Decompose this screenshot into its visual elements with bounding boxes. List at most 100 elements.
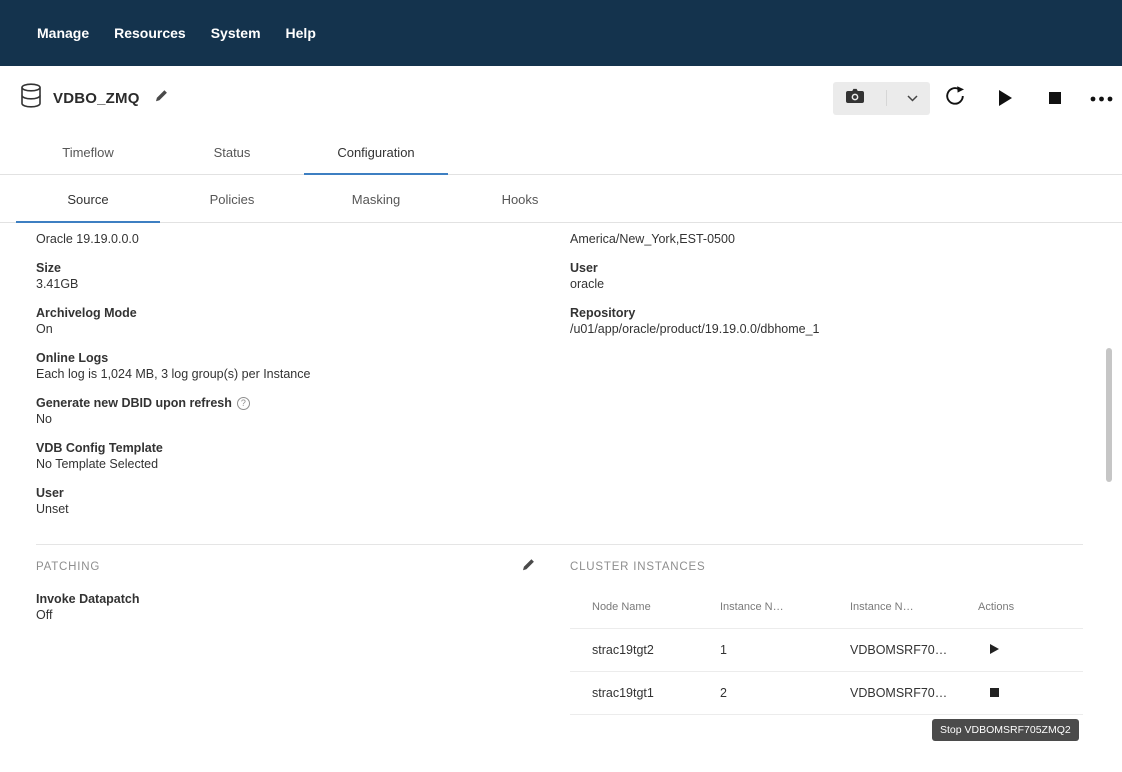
source-details: Oracle 19.19.0.0.0 Size 3.41GB Archivelo… (0, 223, 1122, 715)
refresh-icon (944, 85, 966, 112)
stop-icon (1049, 92, 1061, 104)
column-header-actions: Actions (978, 588, 1083, 629)
pencil-icon (154, 88, 169, 108)
subtab-policies[interactable]: Policies (160, 175, 304, 222)
subtab-hooks[interactable]: Hooks (448, 175, 592, 222)
patching-header: PATCHING (36, 559, 536, 575)
field-value: Off (36, 607, 536, 623)
field-timezone: America/New_York,EST-0500 (570, 231, 1083, 247)
help-icon[interactable] (237, 397, 250, 410)
instance-number-cell: 2 (720, 672, 850, 715)
vertical-scrollbar[interactable] (1106, 348, 1112, 482)
field-label: Archivelog Mode (36, 305, 536, 321)
field-label: Size (36, 260, 536, 276)
start-button[interactable] (980, 90, 1030, 106)
page: Manage Resources System Help VDBO_ZMQ (0, 0, 1122, 772)
field-value: On (36, 321, 536, 337)
subtab-masking[interactable]: Masking (304, 175, 448, 222)
edit-title-button[interactable] (154, 88, 169, 108)
divider (886, 90, 887, 106)
pencil-icon (521, 557, 536, 577)
field-value: 3.41GB (36, 276, 536, 292)
field-value: No (36, 411, 536, 427)
page-title: VDBO_ZMQ (53, 90, 140, 107)
column-header-node-name: Node Name (570, 588, 720, 629)
stop-button[interactable] (1030, 92, 1080, 104)
app-header: VDBO_ZMQ (0, 66, 1122, 130)
field-repository: Repository /u01/app/oracle/product/19.19… (570, 305, 1083, 337)
stop-icon (990, 688, 999, 697)
top-nav: Manage Resources System Help (0, 0, 1122, 66)
snapshot-button[interactable] (833, 82, 930, 115)
instance-name-cell: VDBOMSRF70… (850, 672, 978, 715)
details-right-column: America/New_York,EST-0500 User oracle Re… (570, 231, 1083, 530)
camera-icon (845, 87, 865, 109)
chevron-down-icon[interactable] (907, 89, 918, 107)
field-value: America/New_York,EST-0500 (570, 231, 1083, 247)
field-value: Each log is 1,024 MB, 3 log group(s) per… (36, 366, 536, 382)
field-archivelog-mode: Archivelog Mode On (36, 305, 536, 337)
instance-number-cell: 1 (720, 629, 850, 672)
nav-item-manage[interactable]: Manage (37, 25, 89, 41)
subtab-source[interactable]: Source (16, 175, 160, 222)
field-user: User Unset (36, 485, 536, 517)
field-value: Oracle 19.19.0.0.0 (36, 231, 536, 247)
header-actions (833, 82, 1122, 115)
node-name-cell: strac19tgt1 (570, 672, 720, 715)
field-size: Size 3.41GB (36, 260, 536, 292)
field-label: User (570, 260, 1083, 276)
refresh-button[interactable] (930, 85, 980, 112)
tab-status[interactable]: Status (160, 130, 304, 174)
nav-item-resources[interactable]: Resources (114, 25, 186, 41)
section-title: CLUSTER INSTANCES (570, 561, 705, 573)
tab-configuration[interactable]: Configuration (304, 130, 448, 174)
edit-patching-button[interactable] (521, 557, 536, 577)
play-icon (999, 90, 1012, 106)
field-invoke-datapatch: Invoke Datapatch Off (36, 591, 536, 623)
field-value: Unset (36, 501, 536, 517)
cluster-instances-table: Node Name Instance N… Instance N… Action… (570, 588, 1083, 715)
config-subtabs: Source Policies Masking Hooks (0, 175, 1122, 223)
instance-name-cell: VDBOMSRF70… (850, 629, 978, 672)
database-icon (20, 83, 42, 113)
node-name-cell: strac19tgt2 (570, 629, 720, 672)
field-label: User (36, 485, 536, 501)
detail-columns: Oracle 19.19.0.0.0 Size 3.41GB Archivelo… (0, 231, 1122, 530)
field-value: No Template Selected (36, 456, 536, 472)
field-label: Generate new DBID upon refresh (36, 395, 536, 411)
row-start-button[interactable] (978, 643, 999, 657)
field-value: /u01/app/oracle/product/19.19.0.0/dbhome… (570, 321, 1083, 337)
actions-cell (978, 672, 1083, 715)
ellipsis-icon (1090, 89, 1113, 107)
main-tabs: Timeflow Status Configuration (0, 130, 1122, 175)
nav-item-help[interactable]: Help (286, 25, 316, 41)
cluster-instances-section: CLUSTER INSTANCES Node Name Instance N… … (570, 559, 1083, 715)
field-label: VDB Config Template (36, 440, 536, 456)
table-row: strac19tgt1 2 VDBOMSRF70… (570, 672, 1083, 715)
field-label-text: Generate new DBID upon refresh (36, 396, 232, 410)
field-label: Online Logs (36, 350, 536, 366)
field-oracle-version: Oracle 19.19.0.0.0 (36, 231, 536, 247)
bottom-sections: PATCHING Invoke Datapatch Off (36, 544, 1083, 715)
details-left-column: Oracle 19.19.0.0.0 Size 3.41GB Archivelo… (36, 231, 536, 530)
actions-cell (978, 629, 1083, 672)
table-row: strac19tgt2 1 VDBOMSRF70… (570, 629, 1083, 672)
more-actions-button[interactable] (1080, 89, 1122, 107)
field-env-user: User oracle (570, 260, 1083, 292)
field-label: Invoke Datapatch (36, 591, 536, 607)
tooltip: Stop VDBOMSRF705ZMQ2 (932, 719, 1079, 741)
field-value: oracle (570, 276, 1083, 292)
field-generate-dbid: Generate new DBID upon refresh No (36, 395, 536, 427)
field-online-logs: Online Logs Each log is 1,024 MB, 3 log … (36, 350, 536, 382)
patching-section: PATCHING Invoke Datapatch Off (36, 559, 536, 715)
row-stop-button[interactable] (978, 686, 999, 700)
column-header-instance-number: Instance N… (720, 588, 850, 629)
column-header-instance-name: Instance N… (850, 588, 978, 629)
nav-item-system[interactable]: System (211, 25, 261, 41)
field-label: Repository (570, 305, 1083, 321)
field-vdb-config-template: VDB Config Template No Template Selected (36, 440, 536, 472)
tab-timeflow[interactable]: Timeflow (16, 130, 160, 174)
table-header-row: Node Name Instance N… Instance N… Action… (570, 588, 1083, 629)
section-title: PATCHING (36, 561, 100, 573)
play-icon (990, 644, 999, 654)
